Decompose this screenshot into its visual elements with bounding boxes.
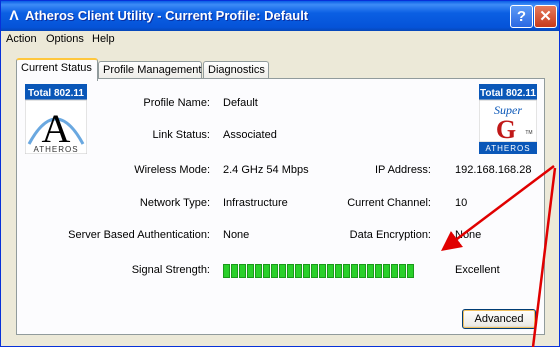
close-button[interactable]: ✕ [534, 5, 557, 28]
signal-segment [239, 264, 246, 278]
ip-address-label: IP Address: [374, 164, 431, 176]
signal-segment [391, 264, 398, 278]
current-status-panel: Total 802.11 A ATHEROS Total 802.11 Supe… [16, 78, 545, 335]
signal-segment [359, 264, 366, 278]
signal-segment [287, 264, 294, 278]
current-channel-label: Current Channel: [347, 197, 431, 209]
svg-text:Total 802.11: Total 802.11 [480, 88, 536, 99]
current-channel-value: 10 [455, 197, 468, 209]
server-auth-value: None [223, 229, 250, 241]
link-status-label: Link Status: [152, 129, 210, 141]
menu-bar: Action Options Help [1, 31, 559, 48]
signal-segment [231, 264, 238, 278]
signal-segment [367, 264, 374, 278]
signal-segment [223, 264, 230, 278]
wireless-mode-value: 2.4 GHz 54 Mbps [223, 164, 309, 176]
svg-text:Total 802.11: Total 802.11 [28, 88, 84, 99]
svg-text:ATHEROS: ATHEROS [485, 144, 530, 153]
signal-segment [255, 264, 262, 278]
tab-profile-management[interactable]: Profile Management [98, 61, 202, 79]
signal-segment [295, 264, 302, 278]
data-encryption-value: None [455, 229, 482, 241]
svg-text:ATHEROS: ATHEROS [33, 145, 78, 154]
help-button[interactable]: ? [510, 5, 533, 28]
wireless-mode-label: Wireless Mode: [134, 164, 210, 176]
server-auth-label: Server Based Authentication: [68, 229, 210, 241]
menu-help[interactable]: Help [92, 33, 115, 45]
signal-segment [279, 264, 286, 278]
signal-segment [303, 264, 310, 278]
atheros-app-icon: Λ [9, 7, 19, 23]
profile-name-value: Default [223, 97, 258, 109]
signal-segment [351, 264, 358, 278]
ip-address-value: 192.168.168.28 [455, 164, 532, 176]
link-status-value: Associated [223, 129, 277, 141]
signal-segment [375, 264, 382, 278]
app-window: Λ Atheros Client Utility - Current Profi… [0, 0, 560, 347]
menu-action[interactable]: Action [6, 33, 37, 45]
menu-options[interactable]: Options [46, 33, 84, 45]
signal-segment [319, 264, 326, 278]
signal-segment [407, 264, 414, 278]
signal-strength-meter [223, 264, 414, 278]
signal-segment [311, 264, 318, 278]
signal-segment [271, 264, 278, 278]
signal-segment [327, 264, 334, 278]
window-title: Atheros Client Utility - Current Profile… [25, 8, 309, 23]
title-bar[interactable]: Λ Atheros Client Utility - Current Profi… [1, 1, 559, 31]
super-g-logo: Total 802.11 Super G TM ATHEROS [479, 84, 537, 154]
data-encryption-label: Data Encryption: [349, 229, 431, 241]
network-type-label: Network Type: [139, 197, 210, 209]
signal-segment [343, 264, 350, 278]
profile-name-label: Profile Name: [143, 97, 210, 109]
signal-strength-label: Signal Strength: [131, 264, 210, 276]
network-type-value: Infrastructure [223, 197, 288, 209]
tab-current-status[interactable]: Current Status [16, 58, 98, 81]
svg-text:G: G [496, 115, 516, 144]
signal-strength-value: Excellent [455, 264, 500, 276]
signal-segment [399, 264, 406, 278]
tab-diagnostics[interactable]: Diagnostics [203, 61, 269, 79]
signal-segment [335, 264, 342, 278]
signal-segment [383, 264, 390, 278]
svg-text:TM: TM [525, 130, 532, 136]
advanced-button[interactable]: Advanced [462, 309, 536, 329]
atheros-logo: Total 802.11 A ATHEROS [25, 84, 87, 154]
signal-segment [247, 264, 254, 278]
signal-segment [263, 264, 270, 278]
